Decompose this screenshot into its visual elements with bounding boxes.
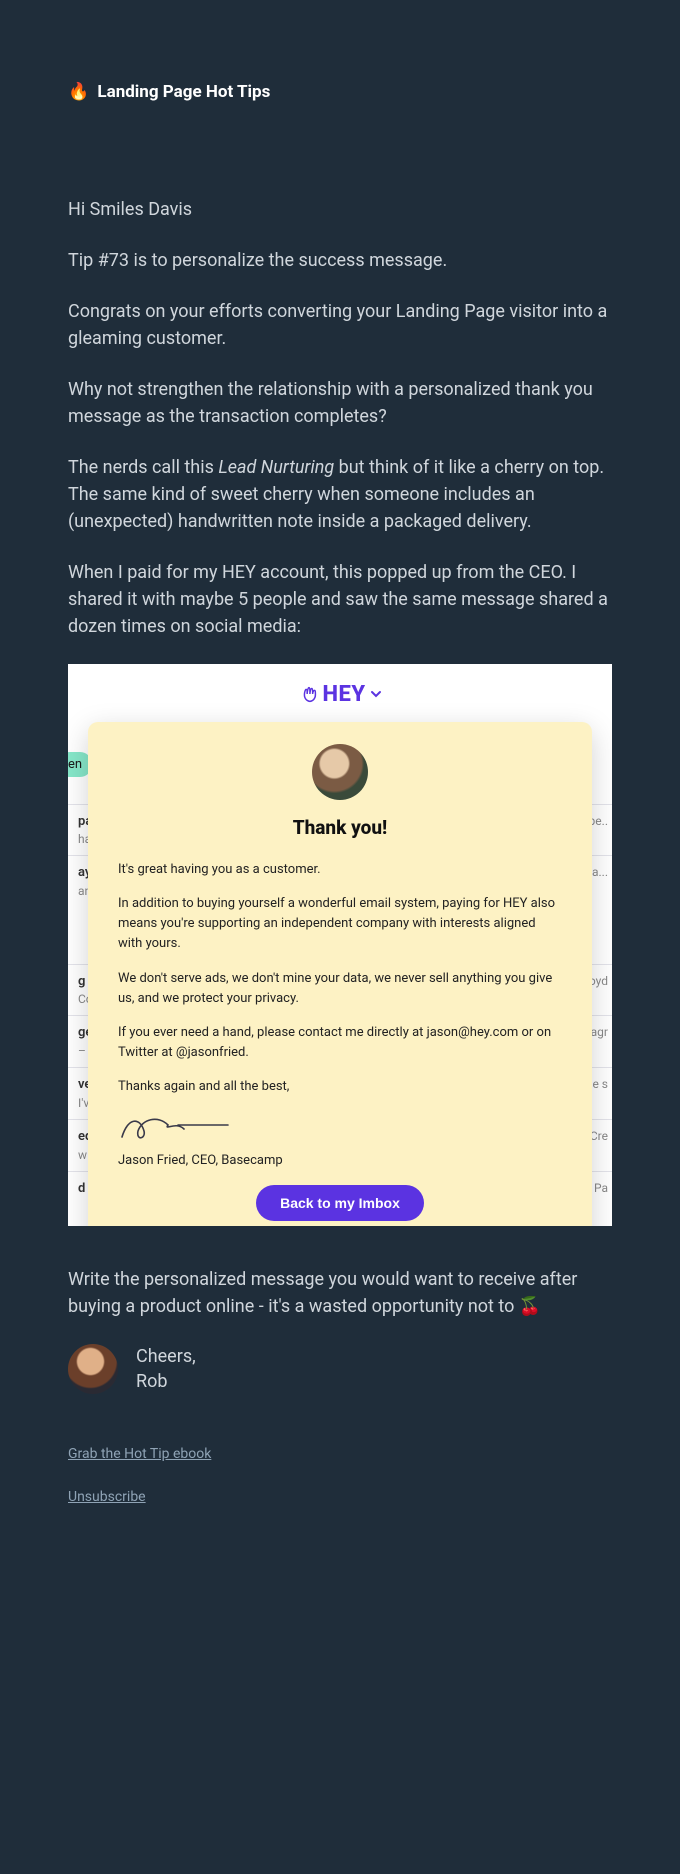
body-p2: Congrats on your efforts converting your… (68, 298, 612, 352)
unsubscribe-link[interactable]: Unsubscribe (68, 1487, 612, 1508)
signoff: Cheers, Rob (68, 1344, 612, 1394)
thank-you-modal: Thank you! It's great having you as a cu… (88, 722, 592, 1226)
body-p1: Tip #73 is to personalize the success me… (68, 247, 612, 274)
page-title: 🔥 Landing Page Hot Tips (68, 80, 612, 106)
header-title-text: Landing Page Hot Tips (97, 82, 270, 102)
chevron-down-icon (370, 688, 382, 700)
body-p4: The nerds call this Lead Nurturing but t… (68, 454, 612, 535)
greeting: Hi Smiles Davis (68, 196, 612, 223)
body-p6: Write the personalized message you would… (68, 1266, 612, 1320)
back-to-imbox-button[interactable]: Back to my Imbox (256, 1185, 424, 1221)
fire-icon: 🔥 (68, 82, 89, 102)
hey-logo-text: HEY (322, 678, 365, 711)
modal-p5: Thanks again and all the best, (118, 1077, 562, 1097)
hey-logo: HEY (68, 678, 612, 711)
signoff-cheers: Cheers, (136, 1344, 196, 1369)
modal-p1: It's great having you as a customer. (118, 860, 562, 880)
hey-wave-icon (298, 683, 320, 705)
signature-name: Jason Fried, CEO, Basecamp (118, 1151, 562, 1171)
hey-screenshot: HEY en pahang pe.. ayinanka... g PaCodlo… (68, 664, 612, 1226)
body-p4a: The nerds call this (68, 457, 218, 478)
ceo-avatar (312, 744, 368, 800)
author-avatar (68, 1344, 118, 1394)
body-p5: When I paid for my HEY account, this pop… (68, 559, 612, 640)
body-p3: Why not strengthen the relationship with… (68, 376, 612, 430)
modal-p2: In addition to buying yourself a wonderf… (118, 894, 562, 954)
signature-icon (118, 1111, 562, 1145)
signoff-name: Rob (136, 1369, 196, 1394)
modal-p3: We don't serve ads, we don't mine your d… (118, 969, 562, 1009)
body-p4-em: Lead Nurturing (218, 457, 334, 478)
bg-r2r: a... (592, 864, 608, 881)
modal-p4: If you ever need a hand, please contact … (118, 1023, 562, 1063)
ebook-link[interactable]: Grab the Hot Tip ebook (68, 1444, 612, 1465)
modal-title: Thank you! (118, 814, 562, 843)
